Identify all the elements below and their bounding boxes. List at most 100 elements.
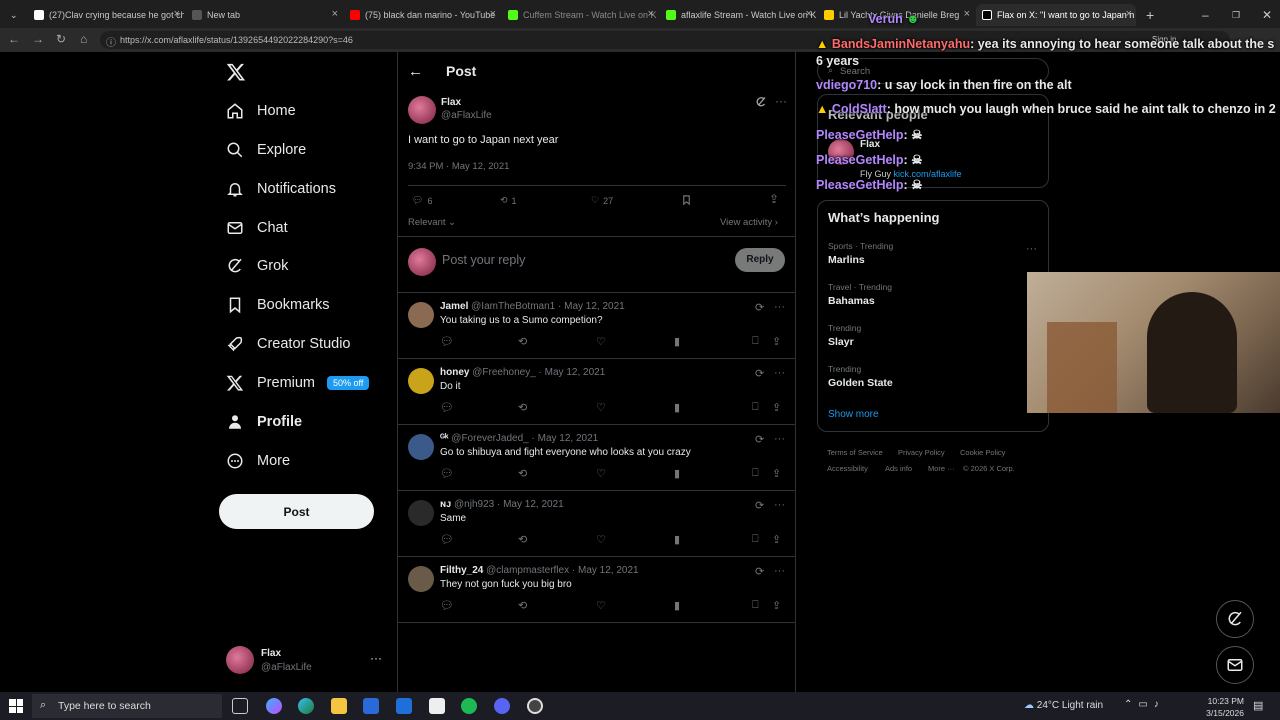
avatar[interactable] <box>408 368 434 394</box>
reply-date[interactable]: May 12, 2021 <box>503 499 564 510</box>
forward-icon[interactable]: → <box>32 32 44 46</box>
grok-icon[interactable]: ⟳ <box>755 499 764 512</box>
trend-item[interactable]: Trending Slayr <box>828 323 861 348</box>
trend-item[interactable]: Sports · Trending Marlins <box>828 241 893 266</box>
reply-icon[interactable]: 💬︎ <box>440 467 454 480</box>
reply-author-name[interactable]: Jamel <box>440 301 468 312</box>
grok-icon[interactable]: ⟳ <box>755 367 764 380</box>
reply-icon[interactable]: 💬︎ <box>440 599 454 612</box>
author-handle[interactable]: @aFlaxLife <box>441 110 492 121</box>
footer-link[interactable]: Terms of Service <box>827 448 883 457</box>
footer-link[interactable]: Ads info <box>885 464 912 473</box>
nav-item-home[interactable]: Home <box>226 99 296 123</box>
reply-author-handle[interactable]: @Freehoney_ <box>472 367 536 378</box>
heart-icon[interactable]: ♡ <box>596 599 606 612</box>
repost-icon[interactable]: ⟲ <box>518 533 527 546</box>
nav-item-notifications[interactable]: Notifications <box>226 177 336 201</box>
mail-app-icon[interactable] <box>396 698 412 714</box>
close-icon[interactable]: × <box>174 8 180 20</box>
author-name[interactable]: Flax <box>441 97 461 108</box>
show-more-link[interactable]: Show more <box>828 409 879 420</box>
analytics-icon[interactable]: ▮ <box>674 335 680 348</box>
reload-icon[interactable]: ↻ <box>56 32 66 46</box>
nav-item-bookmarks[interactable]: Bookmarks <box>226 293 330 317</box>
reply-icon[interactable]: 💬︎ <box>440 401 454 414</box>
grok-float-button[interactable] <box>1216 600 1254 638</box>
site-info-icon[interactable]: ⓘ <box>106 34 116 49</box>
footer-link[interactable]: More ··· <box>928 464 955 473</box>
more-icon[interactable]: ··· <box>774 433 785 445</box>
reply-author-name[interactable]: honey <box>440 367 469 378</box>
task-view-icon[interactable] <box>232 698 248 714</box>
bookmark-icon[interactable]: ⎕ <box>752 401 759 414</box>
reply-author-name[interactable]: Filthy_24 <box>440 565 483 576</box>
spotify-icon[interactable] <box>461 698 477 714</box>
reply-item[interactable]: Filthy_24 @clampmasterflex · May 12, 202… <box>398 557 796 623</box>
more-icon[interactable]: ··· <box>774 499 785 511</box>
reply-icon[interactable]: 💬︎ <box>440 335 454 348</box>
reply-author-handle[interactable]: @njh923 <box>454 499 494 510</box>
reply-action[interactable]: 💬︎ 6 <box>412 195 432 206</box>
reply-item[interactable]: Jamel @IamTheBotman1 · May 12, 2021 ⟳ ··… <box>398 293 796 359</box>
reply-item[interactable]: ɴᴊ @njh923 · May 12, 2021 ⟳ ··· Same 💬︎ … <box>398 491 796 557</box>
nav-item-profile[interactable]: Profile <box>226 410 302 434</box>
bookmark-icon[interactable]: ⎕ <box>752 335 759 348</box>
close-icon[interactable]: × <box>490 8 496 20</box>
analytics-icon[interactable]: ▮ <box>674 467 680 480</box>
file-explorer-icon[interactable] <box>331 698 347 714</box>
file-icon[interactable] <box>429 698 445 714</box>
edge-icon[interactable] <box>298 698 314 714</box>
reply-date[interactable]: May 12, 2021 <box>545 367 606 378</box>
heart-icon[interactable]: ♡ <box>596 335 606 348</box>
avatar[interactable] <box>408 434 434 460</box>
close-icon[interactable]: × <box>648 8 654 20</box>
share-icon[interactable]: ⇪ <box>772 599 781 612</box>
browser-tab[interactable]: (27)Clav crying because he got ch × <box>28 4 184 26</box>
like-action[interactable]: ♡ 27 <box>591 195 613 206</box>
bookmark-icon[interactable] <box>681 194 692 206</box>
notification-icon[interactable]: ▤ <box>1253 699 1263 712</box>
nav-item-premium[interactable]: Premium 50% off <box>226 371 370 395</box>
back-arrow-icon[interactable]: ← <box>408 63 423 80</box>
discord-icon[interactable] <box>494 698 510 714</box>
analytics-icon[interactable]: ▮ <box>674 533 680 546</box>
reply-date[interactable]: May 12, 2021 <box>578 565 639 576</box>
heart-icon[interactable]: ♡ <box>596 467 606 480</box>
reply-author-handle[interactable]: @IamTheBotman1 <box>471 301 555 312</box>
compose-post-button[interactable]: Post <box>219 494 374 529</box>
reply-item[interactable]: honey @Freehoney_ · May 12, 2021 ⟳ ··· D… <box>398 359 796 425</box>
account-switcher[interactable]: Flax @aFlaxLife ··· <box>226 646 386 676</box>
copilot-icon[interactable] <box>266 698 282 714</box>
more-icon[interactable]: ··· <box>775 94 787 108</box>
post-timestamp[interactable]: 9:34 PM · May 12, 2021 <box>408 161 509 172</box>
bookmark-icon[interactable]: ⎕ <box>752 467 759 480</box>
reply-date[interactable]: May 12, 2021 <box>564 301 625 312</box>
browser-tab[interactable]: Cuffem Stream - Watch Live on K × <box>502 4 658 26</box>
heart-icon[interactable]: ♡ <box>596 533 606 546</box>
bookmark-icon[interactable]: ⎕ <box>752 599 759 612</box>
reply-item[interactable]: ᴳᵏ @ForeverJaded_ · May 12, 2021 ⟳ ··· G… <box>398 425 796 491</box>
footer-link[interactable]: Privacy Policy <box>898 448 945 457</box>
messages-float-button[interactable] <box>1216 646 1254 684</box>
nav-item-explore[interactable]: Explore <box>226 138 306 162</box>
grok-icon[interactable]: ⟳ <box>755 301 764 314</box>
tab-menu-button[interactable]: ⌄ <box>4 4 24 26</box>
analytics-icon[interactable]: ▮ <box>674 401 680 414</box>
share-icon[interactable]: ⇪ <box>772 467 781 480</box>
close-icon[interactable]: × <box>332 8 338 20</box>
browser-tab[interactable]: aflaxlife Stream - Watch Live on K × <box>660 4 816 26</box>
more-icon[interactable]: ··· <box>774 367 785 379</box>
windows-start-icon[interactable] <box>9 699 23 713</box>
clock[interactable]: 10:23 PM 3/15/2026 <box>1206 696 1244 718</box>
footer-link[interactable]: Cookie Policy <box>960 448 1005 457</box>
reply-button[interactable]: Reply <box>735 248 785 272</box>
grok-icon[interactable]: ⟳ <box>755 565 764 578</box>
more-icon[interactable]: ··· <box>774 301 785 313</box>
taskbar-search-input[interactable]: ⌕ Type here to search <box>32 694 222 718</box>
nav-item-creator-studio[interactable]: Creator Studio <box>226 332 351 356</box>
store-icon[interactable] <box>363 698 379 714</box>
trend-item[interactable]: Trending Golden State <box>828 364 893 389</box>
sort-dropdown[interactable]: Relevant ⌄ <box>408 217 456 228</box>
heart-icon[interactable]: ♡ <box>596 401 606 414</box>
repost-icon[interactable]: ⟲ <box>518 401 527 414</box>
